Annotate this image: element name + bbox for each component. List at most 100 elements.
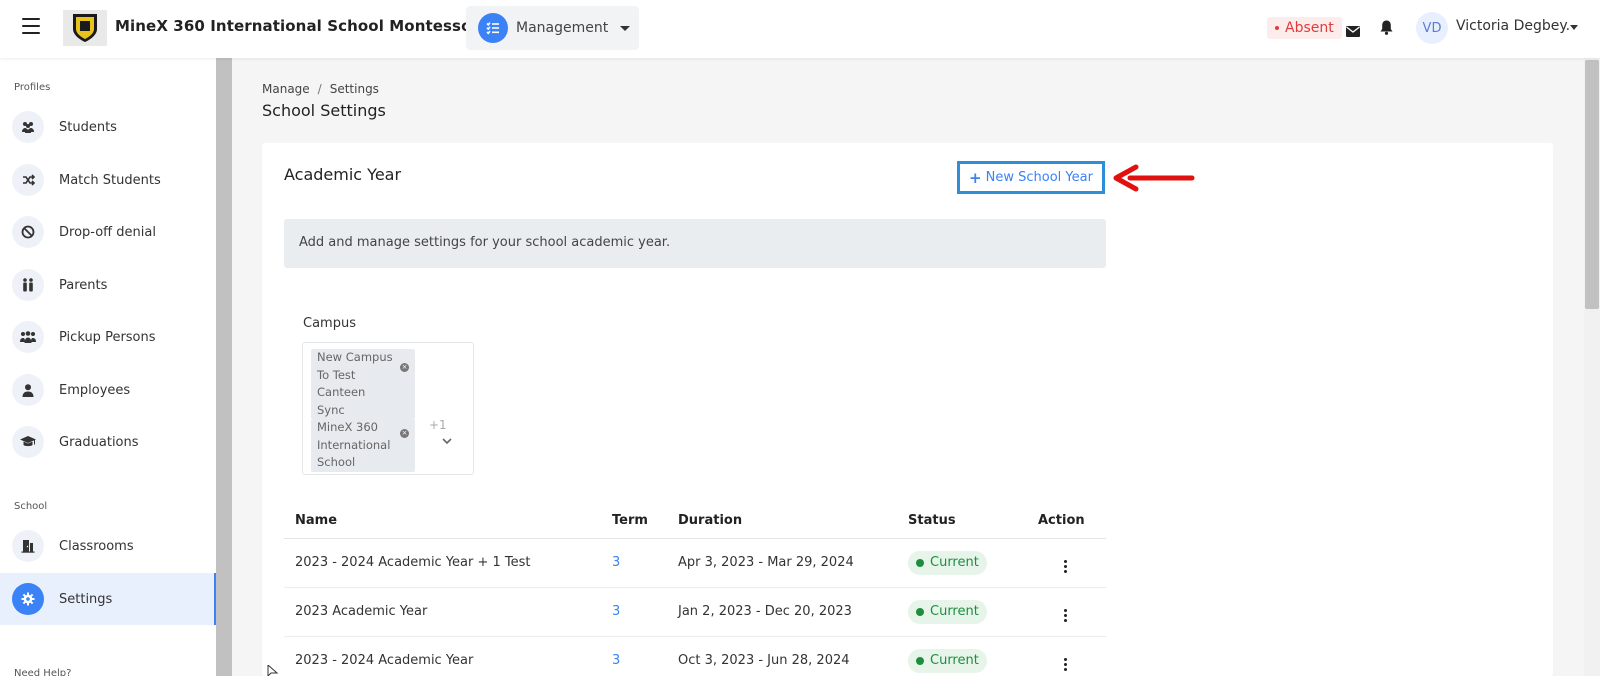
sidebar-item-label: Graduations <box>59 434 139 450</box>
sidebar: Profiles Students Match Students Drop-of… <box>0 58 216 676</box>
status-text: Current <box>930 604 979 619</box>
cell-action <box>1027 636 1106 676</box>
academic-year-card: Academic Year + New School Year Add and … <box>262 143 1553 676</box>
cell-duration: Oct 3, 2023 - Jun 28, 2024 <box>667 636 897 676</box>
sidebar-item-graduations[interactable]: Graduations <box>0 416 216 468</box>
scrollbar-thumb[interactable] <box>1585 60 1599 309</box>
breadcrumb-item-manage[interactable]: Manage <box>262 82 310 96</box>
cell-term[interactable]: 3 <box>601 587 667 637</box>
status-text: Absent <box>1285 20 1334 36</box>
status-badge: Absent <box>1267 17 1342 39</box>
table-row: 2023 Academic Year 3 Jan 2, 2023 - Dec 2… <box>284 587 1106 637</box>
sidebar-item-match-students[interactable]: Match Students <box>0 154 216 206</box>
sidebar-scrollbar[interactable] <box>216 58 232 676</box>
breadcrumb-separator: / <box>317 82 322 96</box>
table-header-row: Name Term Duration Status Action <box>284 503 1106 539</box>
sidebar-item-label: Pickup Persons <box>59 329 156 345</box>
kebab-menu-icon[interactable] <box>1064 658 1067 671</box>
cell-duration: Jan 2, 2023 - Dec 20, 2023 <box>667 587 897 637</box>
status-dot <box>916 607 924 616</box>
status-text: Current <box>930 555 979 570</box>
cell-duration: Apr 3, 2023 - Mar 29, 2024 <box>667 538 897 588</box>
status-text: Current <box>930 653 979 668</box>
kebab-menu-icon[interactable] <box>1064 560 1067 573</box>
table-row: 2023 - 2024 Academic Year + 1 Test 3 Apr… <box>284 538 1106 588</box>
cell-status: Current <box>897 636 1027 676</box>
parents-icon <box>12 269 44 301</box>
column-header-status: Status <box>897 503 1027 539</box>
chevron-down-icon[interactable] <box>442 438 452 445</box>
campus-label: Campus <box>303 316 356 331</box>
sidebar-item-classrooms[interactable]: Classrooms <box>0 520 216 572</box>
user-name[interactable]: Victoria Degbey. <box>1456 18 1570 34</box>
column-header-term: Term <box>601 503 667 539</box>
list-check-icon <box>478 13 508 43</box>
annotation-arrow-icon <box>1113 164 1195 192</box>
sidebar-item-label: Settings <box>59 591 113 607</box>
remove-chip-icon[interactable]: × <box>400 363 409 372</box>
status-dot <box>916 558 924 567</box>
user-icon <box>12 374 44 406</box>
school-logo[interactable] <box>63 10 107 46</box>
campus-chip: New Campus To Test Canteen Sync × <box>311 349 415 419</box>
status-badge: Current <box>908 599 987 624</box>
column-header-name: Name <box>284 503 601 539</box>
campus-chip: MineX 360 International School × <box>311 419 415 472</box>
remove-chip-icon[interactable]: × <box>400 429 409 438</box>
sidebar-section-school: School <box>14 501 48 512</box>
chevron-down-icon <box>620 25 631 31</box>
status-dot <box>916 656 924 665</box>
chevron-down-icon[interactable] <box>1570 25 1578 30</box>
sidebar-item-settings[interactable]: Settings <box>0 573 216 625</box>
sidebar-item-label: Drop-off denial <box>59 224 156 240</box>
cell-term[interactable]: 3 <box>601 538 667 588</box>
page-title: School Settings <box>262 101 386 120</box>
students-icon <box>12 111 44 143</box>
campus-chip-line: International <box>317 437 391 452</box>
kebab-menu-icon[interactable] <box>1064 609 1067 622</box>
sidebar-section-help: Need Help? <box>14 668 72 676</box>
avatar[interactable]: VD <box>1416 12 1448 44</box>
campus-chip-line: Sync <box>317 402 345 417</box>
plus-icon: + <box>969 168 982 187</box>
status-badge: Current <box>908 550 987 575</box>
bell-icon[interactable] <box>1380 20 1393 39</box>
management-menu[interactable]: Management <box>466 6 639 50</box>
card-title: Academic Year <box>284 165 402 184</box>
sidebar-item-pickup-persons[interactable]: Pickup Persons <box>0 311 216 363</box>
sidebar-item-label: Students <box>59 119 117 135</box>
campus-chip-line: Canteen <box>317 385 366 399</box>
academic-years-table: Name Term Duration Status Action 2023 - … <box>284 503 1106 676</box>
breadcrumb-item-settings: Settings <box>329 82 379 96</box>
top-bar: MineX 360 International School Montessor… <box>0 0 1600 58</box>
sidebar-item-label: Match Students <box>59 172 161 188</box>
campus-chip-line: MineX 360 <box>317 420 378 434</box>
management-label: Management <box>516 20 609 36</box>
sidebar-item-label: Classrooms <box>59 538 134 554</box>
gear-icon <box>12 583 44 615</box>
sidebar-item-label: Employees <box>59 382 131 398</box>
sidebar-item-students[interactable]: Students <box>0 101 216 153</box>
sidebar-item-parents[interactable]: Parents <box>0 259 216 311</box>
cell-term[interactable]: 3 <box>601 636 667 676</box>
column-header-duration: Duration <box>667 503 897 539</box>
graduation-cap-icon <box>12 426 44 458</box>
campus-chip-line: To Test <box>317 367 356 382</box>
campus-multiselect[interactable]: New Campus To Test Canteen Sync × MineX … <box>302 342 474 475</box>
hamburger-icon[interactable] <box>22 18 40 34</box>
cell-name: 2023 - 2024 Academic Year + 1 Test <box>284 538 601 588</box>
new-school-year-button[interactable]: + New School Year <box>957 161 1105 194</box>
sidebar-item-employees[interactable]: Employees <box>0 364 216 416</box>
main-scrollbar[interactable] <box>1584 58 1600 676</box>
cell-name: 2023 - 2024 Academic Year <box>284 636 601 676</box>
new-school-year-label: New School Year <box>985 170 1093 185</box>
sidebar-section-profiles: Profiles <box>14 82 51 93</box>
door-icon <box>12 530 44 562</box>
shuffle-icon <box>12 164 44 196</box>
people-group-icon <box>12 321 44 353</box>
status-badge: Current <box>908 648 987 673</box>
envelope-icon[interactable] <box>1346 22 1360 41</box>
table-row: 2023 - 2024 Academic Year 3 Oct 3, 2023 … <box>284 636 1106 676</box>
sidebar-item-drop-off-denial[interactable]: Drop-off denial <box>0 206 216 258</box>
cell-status: Current <box>897 538 1027 588</box>
